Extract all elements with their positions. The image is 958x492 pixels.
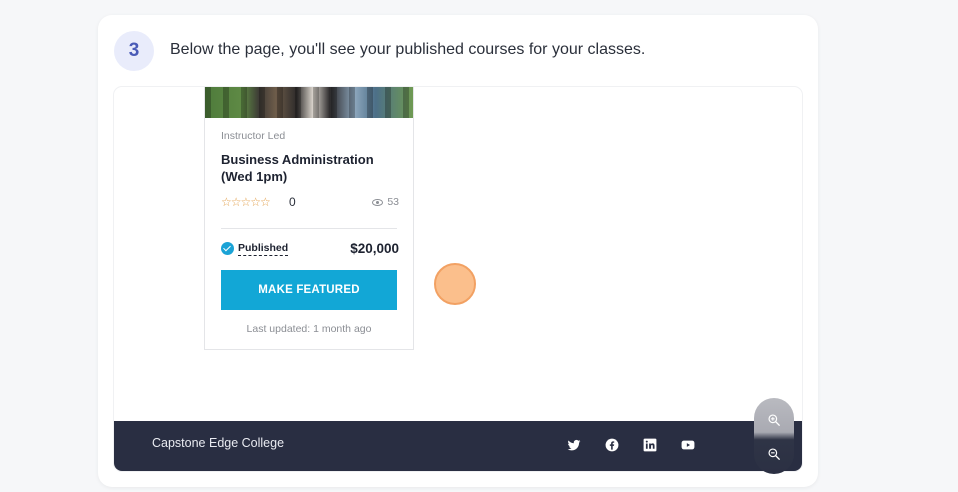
rating-count: 0 (289, 195, 296, 209)
step-description: Below the page, you'll see your publishe… (170, 41, 646, 58)
twitter-icon[interactable] (566, 437, 582, 453)
site-footer: Capstone Edge College (114, 421, 802, 471)
rating-row: ☆☆☆☆☆ 0 53 (221, 195, 399, 211)
click-indicator (434, 263, 476, 305)
zoom-out-icon[interactable] (764, 444, 784, 464)
views-count: 53 (372, 196, 399, 208)
course-title[interactable]: Business Administration (Wed 1pm) (221, 151, 401, 185)
course-price: $20,000 (350, 241, 399, 256)
views-value: 53 (387, 196, 399, 208)
zoom-controls (754, 398, 794, 474)
course-type-label: Instructor Led (221, 130, 286, 142)
facebook-icon[interactable] (604, 437, 620, 453)
course-thumbnail[interactable] (205, 87, 413, 118)
star-rating-icon: ☆☆☆☆☆ (221, 195, 271, 209)
last-updated-text: Last updated: 1 month ago (246, 323, 372, 335)
course-card[interactable]: Instructor Led Business Administration (… (204, 87, 414, 350)
linkedin-icon[interactable] (642, 437, 658, 453)
check-circle-icon (221, 242, 234, 255)
card-divider (221, 228, 397, 229)
tutorial-step-card: 3 Below the page, you'll see your publis… (98, 15, 818, 487)
make-featured-button[interactable]: MAKE FEATURED (221, 270, 397, 310)
zoom-in-icon[interactable] (764, 410, 784, 430)
eye-icon (372, 198, 384, 206)
youtube-icon[interactable] (680, 437, 696, 453)
status-row: Published $20,000 (221, 241, 399, 259)
step-number-badge: 3 (114, 31, 154, 71)
published-status[interactable]: Published (238, 242, 289, 256)
footer-college-name: Capstone Edge College (152, 436, 285, 450)
screenshot-frame: Instructor Led Business Administration (… (114, 87, 802, 471)
